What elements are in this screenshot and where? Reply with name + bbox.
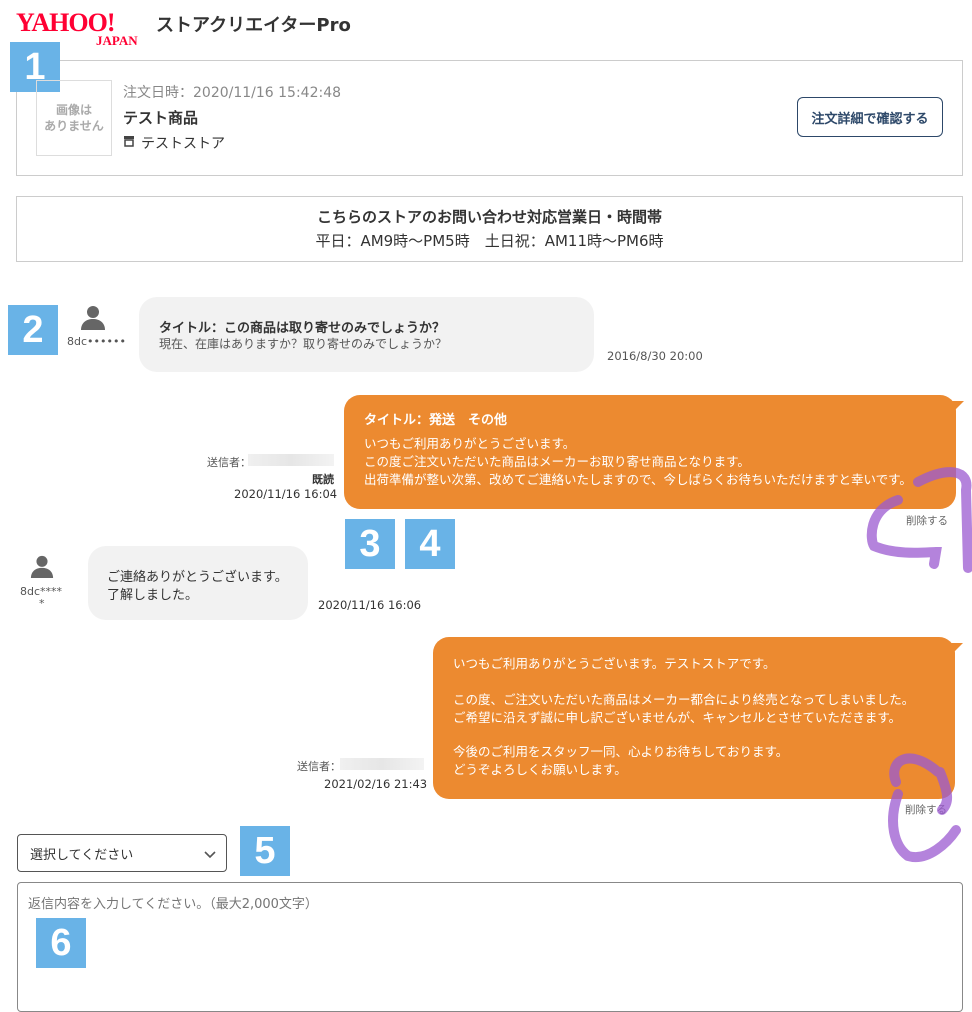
annotation-scribble (866, 467, 972, 573)
message-line: ご希望に沿えず誠に申し訳ございませんが、キャンセルとさせていただきます。 (453, 710, 902, 725)
message-line: 出荷準備が整い次第、改めてご連絡いたしますので、今しばらくお待ちいただけますと幸… (364, 472, 912, 487)
message-line: 了解しました。 (107, 588, 199, 603)
read-status: 既読 (312, 473, 334, 486)
message-bubble-customer: タイトル：この商品は取り寄せのみでしょうか？ 現在、在庫はありますか？取り寄せの… (139, 297, 594, 372)
template-select-value: 選択してください (30, 847, 134, 863)
store-name: テストストア (141, 136, 225, 152)
step-badge-5: 5 (240, 826, 290, 876)
message-line: どうぞよろしくお願いします。 (453, 762, 627, 777)
person-icon (30, 554, 54, 578)
reply-textarea[interactable] (17, 882, 963, 1012)
no-image-line1: 画像は (55, 102, 92, 117)
sender-label: 送信者： (297, 760, 341, 773)
message-time: 2020/11/16 16:04 (234, 487, 338, 501)
business-hours-box: こちらのストアのお問い合わせ対応営業日・時間帯 平日：AM9時〜PM5時 土日祝… (16, 196, 963, 262)
message-title: タイトル：この商品は取り寄せのみでしょうか？ (159, 321, 446, 336)
message-sender: 8dc•••••• (67, 335, 126, 348)
step-badge-3: 3 (345, 519, 395, 569)
store-row[interactable]: テストストア (123, 133, 225, 153)
chevron-down-icon (204, 848, 216, 863)
message-title: タイトル：発送 その他 (364, 413, 508, 428)
bubble-tail (950, 401, 964, 415)
message-line: ご連絡ありがとうございます。 (107, 570, 288, 585)
no-image-line2: ありません (44, 119, 104, 133)
business-hours-title: こちらのストアのお問い合わせ対応営業日・時間帯 (316, 208, 662, 226)
message-body: 現在、在庫はありますか？取り寄せのみでしょうか？ (159, 337, 448, 351)
message-line: この度、ご注文いただいた商品はメーカー都合により終売となってしまいました。 (453, 692, 915, 707)
message-time: 2021/02/16 21:43 (324, 777, 428, 791)
sender-name-redacted (340, 758, 424, 770)
template-select[interactable]: 選択してください (17, 834, 227, 872)
shop-icon (123, 135, 135, 151)
order-detail-button[interactable]: 注文詳細で確認する (797, 97, 943, 137)
message-line: いつもご利用ありがとうございます。テストストアです。 (453, 656, 776, 671)
no-image-placeholder: 画像は ありません (36, 80, 112, 156)
message-line: この度ご注文いただいた商品はメーカーお取り寄せ商品となります。 (364, 454, 750, 469)
business-hours-text: 平日：AM9時〜PM5時 土日祝：AM11時〜PM6時 (315, 232, 664, 250)
logo-sub-text: JAPAN (96, 33, 138, 48)
person-icon (80, 304, 106, 330)
message-time: 2016/8/30 20:00 (607, 349, 703, 363)
order-date: 注文日時：2020/11/16 15:42:48 (123, 85, 342, 101)
product-name[interactable]: テスト商品 (123, 107, 198, 128)
bubble-tail (949, 643, 963, 657)
sender-label: 送信者： (207, 456, 251, 469)
annotation-scribble (888, 753, 961, 863)
message-line: いつもご利用ありがとうございます。 (364, 436, 576, 451)
message-time: 2020/11/16 16:06 (318, 598, 422, 612)
step-badge-2: 2 (8, 305, 58, 355)
app-title: ストアクリエイターPro (156, 15, 351, 36)
step-badge-4: 4 (405, 519, 455, 569)
step-badge-6: 6 (36, 918, 86, 968)
sender-name-redacted (248, 454, 334, 466)
message-bubble-customer: ご連絡ありがとうございます。 了解しました。 (88, 546, 308, 620)
message-line: 今後のご利用をスタッフ一同、心よりお待ちしております。 (453, 744, 789, 759)
message-sender-cont: * (39, 597, 45, 610)
